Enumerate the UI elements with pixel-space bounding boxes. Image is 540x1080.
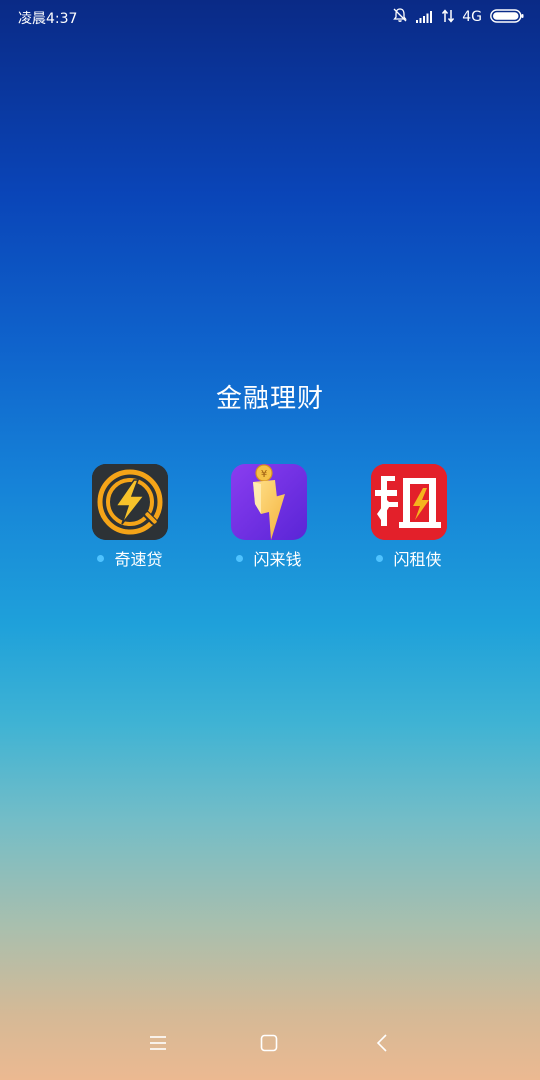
app-label-row: 闪来钱: [209, 546, 329, 570]
app-label-row: 闪租侠: [349, 546, 469, 570]
data-arrows-icon: [442, 8, 455, 27]
back-icon: [376, 1034, 388, 1056]
bell-muted-icon: [392, 7, 408, 27]
home-button[interactable]: [249, 1030, 289, 1060]
back-button[interactable]: [362, 1030, 402, 1060]
app-label: 奇速贷: [114, 550, 163, 569]
shanzuxia-app-icon[interactable]: [371, 464, 447, 540]
app-label: 闪租侠: [393, 550, 442, 569]
signal-icon: [416, 8, 434, 27]
folder-title[interactable]: 金融理财: [0, 378, 540, 415]
menu-icon: [149, 1035, 167, 1055]
network-type: 4G: [462, 9, 482, 25]
home-icon: [260, 1034, 278, 1056]
qisudai-app-icon[interactable]: [92, 464, 168, 540]
menu-button[interactable]: [138, 1030, 178, 1060]
new-install-dot: [236, 554, 244, 562]
shanlaiqian-app-icon[interactable]: ¥: [231, 464, 307, 540]
new-install-dot: [97, 554, 105, 562]
app-shanlaiqian[interactable]: ¥ 闪来钱: [209, 464, 329, 574]
navigation-bar: [0, 1030, 540, 1060]
status-icons: 4G: [392, 7, 524, 27]
app-shanzuxia[interactable]: 闪租侠: [349, 464, 469, 574]
svg-text:¥: ¥: [261, 469, 267, 480]
battery-icon: [490, 8, 524, 27]
status-time: 凌晨4:37: [18, 11, 78, 27]
new-install-dot: [376, 554, 384, 562]
app-label-row: 奇速贷: [70, 546, 190, 570]
app-label: 闪来钱: [253, 550, 302, 569]
app-qisudai[interactable]: 奇速贷: [70, 464, 190, 574]
status-bar: 凌晨4:37 4G: [0, 0, 540, 34]
